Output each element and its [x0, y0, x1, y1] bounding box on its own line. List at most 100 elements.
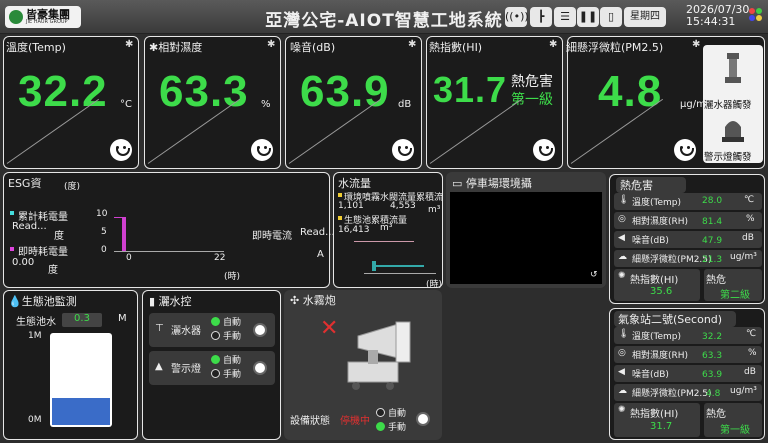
gear-icon[interactable]: ✱ [692, 39, 700, 50]
esg-unit-top: (度) [64, 182, 81, 192]
pause-button[interactable]: ❚❚ [577, 7, 599, 27]
manual-label: 手動 [223, 370, 242, 380]
noise-unit: dB [398, 99, 412, 110]
phone-icon: ▯ [607, 10, 615, 23]
dev2-label: 警示燈 [171, 364, 201, 375]
monitor-icon: ▭ [452, 177, 466, 190]
row-value: 4.8 [706, 389, 721, 399]
sprinkler-icon: ⊤ [155, 323, 164, 334]
row-label: 相對濕度(RH) [632, 351, 689, 361]
sun-icon: ✺ [618, 405, 626, 415]
humidity-card: ✱相對濕度 ✱ 63.3 % [144, 36, 281, 169]
danger-label: 熱危 [706, 409, 726, 420]
x-tick: 0 [126, 253, 132, 263]
humidity-unit: % [261, 99, 271, 110]
manual-radio[interactable] [376, 422, 385, 431]
cloud-icon: ☁ [618, 386, 627, 396]
gear-icon[interactable]: ✱ [267, 39, 275, 50]
row-value: 28.0 [702, 196, 723, 206]
tree-button[interactable]: ┣ [530, 7, 552, 27]
pm25-value: 4.8 [598, 67, 663, 116]
y-tick: 10 [96, 209, 108, 219]
cannon-icon: ✣ [290, 294, 303, 307]
list-button[interactable]: ☰ [554, 7, 576, 27]
flow-line [374, 265, 424, 267]
thermometer-icon: 🌡 [618, 329, 630, 339]
auto-radio[interactable] [211, 355, 220, 364]
alarm-toggle[interactable] [253, 361, 267, 375]
row-unit: ℃ [746, 329, 757, 339]
gear-icon[interactable]: ✱ [125, 39, 133, 50]
gear-icon[interactable]: ✱ [549, 39, 557, 50]
heat-hazard-panel: 熱危害 🌡 溫度(Temp) 28.0 ℃ ◎ 相對濕度(RH) 81.4 % … [609, 174, 765, 304]
auto-radio[interactable] [211, 317, 220, 326]
time-text: 15:44:31 [686, 15, 736, 28]
refresh-icon[interactable]: ↺ [590, 270, 598, 280]
flow-line [372, 261, 376, 271]
danger-label: 熱危 [706, 275, 726, 286]
danger-value: 第二級 [720, 290, 750, 301]
current-label: 即時電流 [252, 231, 292, 242]
phone-button[interactable]: ▯ [600, 7, 622, 27]
gear-icon[interactable]: ✱ [408, 39, 416, 50]
x-unit: (時) [224, 272, 241, 282]
gear-icon: ✱ [149, 41, 159, 54]
camera-feed[interactable] [450, 192, 602, 284]
heat-hazard-title: 熱危害 [616, 177, 686, 193]
alarm-light-icon: ▲ [155, 361, 163, 372]
sprinkler-toggle[interactable] [253, 323, 267, 337]
auto-radio[interactable] [376, 408, 385, 417]
smile-icon [251, 139, 273, 161]
alarm-light-icon [722, 121, 744, 142]
row-label: 噪音(dB) [632, 370, 669, 380]
esg-card: ESG資 (度) 累計耗電量 Read... 度 即時耗電量 0.00 度 10… [3, 172, 335, 288]
sprinkler-card: ▮ 灑水控 ⊤ 灑水器 自動 手動 ▲ 警示燈 自動 手動 [142, 290, 281, 440]
hi-box: ✺ 熱指數(HI) 35.6 [614, 269, 700, 301]
row-value: 81.4 [702, 217, 723, 227]
auto-label: 自動 [223, 356, 242, 366]
manual-label: 手動 [388, 423, 407, 433]
temp-card: 溫度(Temp) ✱ 32.2 °C [3, 36, 139, 169]
pond-unit: M [118, 313, 127, 324]
heat-row: ◎ 相對濕度(RH) 81.4 % [614, 212, 762, 229]
wifi-button[interactable]: ((•)) [505, 7, 529, 27]
auto-label: 自動 [223, 318, 242, 328]
station2-title: 氣象站二號(Second) [614, 311, 736, 327]
legend-marker [10, 247, 14, 251]
row-label: 細懸浮微粒(PM2.5) [632, 389, 712, 399]
cannon-toggle[interactable] [416, 412, 430, 426]
inst-value: 0.00 [12, 257, 35, 268]
heat-index-value: 31.7 [433, 69, 508, 110]
brand-icon [749, 8, 762, 21]
manual-radio[interactable] [211, 331, 220, 340]
flow-line [354, 241, 414, 242]
row-label: 溫度(Temp) [632, 198, 682, 208]
pond-title: 💧生態池監測 [8, 295, 77, 308]
heat-level: 第一級 [511, 92, 553, 108]
speaker-icon: ◀ [618, 367, 625, 377]
x-unit: (時) [426, 280, 443, 290]
legend-marker [10, 211, 14, 215]
heat-index-card: 熱指數(HI) ✱ 31.7 熱危害 第一級 [426, 36, 563, 169]
water-v1: 1,101 [338, 201, 364, 211]
water-card: 水流量 環境噴霧水閥流量累積流量 1,101 4,553 m³ 生態池累積流量 … [333, 172, 443, 290]
heat-status: 熱危害 [511, 74, 553, 90]
mist-cannon-icon [347, 321, 411, 390]
wifi-icon: ((•)) [505, 10, 529, 23]
sprinkler-icon [725, 53, 741, 83]
stopped-x-icon: ✕ [320, 316, 339, 341]
weekday-button[interactable]: 星期四 [624, 7, 666, 27]
water-title: 水流量 [338, 177, 371, 190]
hi-label: 熱指數(HI) [630, 409, 679, 420]
trigger-panel: 灑水器觸發 警示燈觸發 [703, 45, 763, 163]
humidity-value: 63.3 [159, 67, 249, 116]
datetime: 2026/07/30 15:44:31 [686, 4, 749, 28]
inst-label: 即時耗電量 [18, 247, 68, 258]
station-row: 🌡 溫度(Temp) 32.2 ℃ [614, 327, 762, 344]
row-unit: % [746, 214, 755, 224]
y-tick: 5 [101, 227, 107, 237]
manual-radio[interactable] [211, 369, 220, 378]
row-unit: dB [744, 367, 756, 377]
x-tick: 22 [214, 253, 226, 263]
chart-bar [122, 217, 126, 251]
